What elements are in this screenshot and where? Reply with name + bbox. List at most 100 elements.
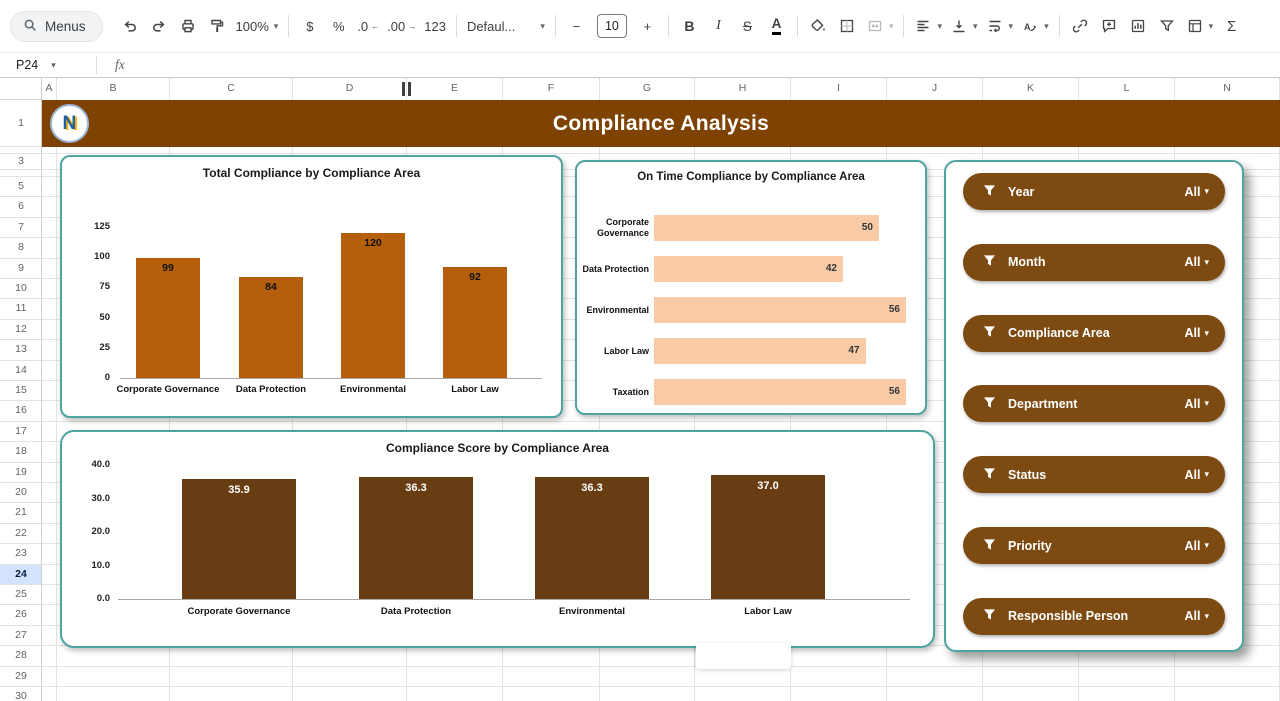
slicer-value-dropdown[interactable]: All▾ — [1184, 326, 1209, 340]
slicer-value-dropdown[interactable]: All▾ — [1184, 539, 1209, 553]
column-header-C[interactable]: C — [170, 78, 293, 100]
table-views-button[interactable]: ▾ — [1183, 12, 1217, 40]
hidden-column-indicator[interactable] — [398, 82, 415, 96]
insert-comment-button[interactable] — [1096, 12, 1123, 40]
slicer-status[interactable]: StatusAll▾ — [963, 456, 1225, 493]
row-header-27[interactable]: 27 — [0, 626, 42, 646]
name-box[interactable]: P24 ▾ — [0, 58, 96, 72]
row-header-18[interactable]: 18 — [0, 442, 42, 462]
column-header-F[interactable]: F — [503, 78, 600, 100]
merge-cells-button[interactable]: ▾ — [863, 12, 897, 40]
slicer-responsible-person[interactable]: Responsible PersonAll▾ — [963, 598, 1225, 635]
row-header-24[interactable]: 24 — [0, 565, 42, 585]
slicer-value-dropdown[interactable]: All▾ — [1184, 185, 1209, 199]
row-header-21[interactable]: 21 — [0, 503, 42, 523]
row-header-19[interactable]: 19 — [0, 463, 42, 483]
slicer-value-dropdown[interactable]: All▾ — [1184, 468, 1209, 482]
formula-input[interactable] — [139, 53, 1280, 77]
column-header-G[interactable]: G — [600, 78, 695, 100]
create-filter-button[interactable] — [1154, 12, 1181, 40]
row-header-28[interactable]: 28 — [0, 646, 42, 666]
vertical-align-button[interactable]: ▾ — [947, 12, 981, 40]
redo-button[interactable] — [146, 12, 173, 40]
font-size-input[interactable]: 10 — [597, 14, 627, 38]
row-header-16[interactable]: 16 — [0, 401, 42, 421]
row-header-9[interactable]: 9 — [0, 259, 42, 279]
row-header-30[interactable]: 30 — [0, 687, 42, 701]
slicer-value-dropdown[interactable]: All▾ — [1184, 255, 1209, 269]
row-header-17[interactable]: 17 — [0, 422, 42, 442]
text-color-button[interactable]: A — [763, 12, 790, 40]
slicer-department[interactable]: DepartmentAll▾ — [963, 385, 1225, 422]
functions-button[interactable]: Σ — [1218, 12, 1245, 40]
floating-white-box — [696, 643, 791, 669]
fill-color-button[interactable] — [805, 12, 832, 40]
strikethrough-button[interactable]: S — [734, 12, 761, 40]
text-rotation-button[interactable]: A▾ — [1018, 12, 1052, 40]
slicer-month[interactable]: MonthAll▾ — [963, 244, 1225, 281]
column-header-I[interactable]: I — [791, 78, 887, 100]
paint-format-button[interactable] — [204, 12, 231, 40]
decrease-decimal-button[interactable]: .0← — [354, 12, 382, 40]
undo-button[interactable] — [117, 12, 144, 40]
text-wrap-button[interactable]: ▾ — [983, 12, 1017, 40]
column-header-K[interactable]: K — [983, 78, 1079, 100]
row-header-7[interactable]: 7 — [0, 218, 42, 238]
row-header-23[interactable]: 23 — [0, 544, 42, 564]
print-button[interactable] — [175, 12, 202, 40]
row-header-22[interactable]: 22 — [0, 524, 42, 544]
italic-button[interactable]: I — [705, 12, 732, 40]
column-header-E[interactable]: E — [407, 78, 503, 100]
chart-total-compliance[interactable]: Total Compliance by Compliance Area 0255… — [60, 155, 563, 418]
menus-button[interactable]: Menus — [10, 11, 103, 42]
increase-decimal-button[interactable]: .00→ — [384, 12, 419, 40]
borders-button[interactable] — [834, 12, 861, 40]
column-header-A[interactable]: A — [42, 78, 57, 100]
insert-chart-button[interactable] — [1125, 12, 1152, 40]
column-header-B[interactable]: B — [57, 78, 170, 100]
row-header-6[interactable]: 6 — [0, 197, 42, 217]
chart-on-time-compliance[interactable]: On Time Compliance by Compliance Area Co… — [575, 160, 927, 415]
slicer-priority[interactable]: PriorityAll▾ — [963, 527, 1225, 564]
sheet-grid[interactable]: N Compliance Analysis Total Compliance b… — [42, 100, 1280, 701]
row-header-5[interactable]: 5 — [0, 177, 42, 197]
chart-compliance-score[interactable]: Compliance Score by Compliance Area 0.01… — [60, 430, 935, 648]
bold-button[interactable]: B — [676, 12, 703, 40]
currency-format-button[interactable]: $ — [296, 12, 323, 40]
text-wrap-icon — [986, 17, 1004, 35]
row-header-14[interactable]: 14 — [0, 361, 42, 381]
row-header-12[interactable]: 12 — [0, 320, 42, 340]
row-header-1[interactable]: 1 — [0, 100, 42, 147]
row-header-26[interactable]: 26 — [0, 605, 42, 625]
slicer-compliance-area[interactable]: Compliance AreaAll▾ — [963, 315, 1225, 352]
decrease-font-size-button[interactable]: − — [563, 12, 590, 40]
font-select[interactable]: Defaul...▾ — [464, 12, 548, 40]
row-header-11[interactable]: 11 — [0, 299, 42, 319]
zoom-select[interactable]: 100%▾ — [233, 12, 282, 40]
number-format-button[interactable]: 123 — [421, 12, 449, 40]
column-header-L[interactable]: L — [1079, 78, 1175, 100]
row-header-10[interactable]: 10 — [0, 279, 42, 299]
row-header-8[interactable]: 8 — [0, 238, 42, 258]
row-header-29[interactable]: 29 — [0, 667, 42, 687]
dropdown-caret-icon: ▾ — [1204, 257, 1209, 268]
column-header-H[interactable]: H — [695, 78, 791, 100]
column-header-N[interactable]: N — [1175, 78, 1280, 100]
increase-font-size-button[interactable]: + — [634, 12, 661, 40]
slicer-value-dropdown[interactable]: All▾ — [1184, 609, 1209, 623]
column-header-J[interactable]: J — [887, 78, 983, 100]
horizontal-align-button[interactable]: ▾ — [911, 12, 945, 40]
row-header-25[interactable]: 25 — [0, 585, 42, 605]
row-header-15[interactable]: 15 — [0, 381, 42, 401]
slicer-value-dropdown[interactable]: All▾ — [1184, 397, 1209, 411]
row-header-hidden[interactable] — [0, 147, 42, 154]
insert-link-button[interactable] — [1067, 12, 1094, 40]
select-all-corner[interactable] — [0, 78, 42, 100]
slicer-year[interactable]: YearAll▾ — [963, 173, 1225, 210]
row-header-13[interactable]: 13 — [0, 340, 42, 360]
row-header-3[interactable]: 3 — [0, 154, 42, 170]
percent-format-button[interactable]: % — [325, 12, 352, 40]
row-header-hidden[interactable] — [0, 170, 42, 177]
column-header-D[interactable]: D — [293, 78, 407, 100]
row-header-20[interactable]: 20 — [0, 483, 42, 503]
